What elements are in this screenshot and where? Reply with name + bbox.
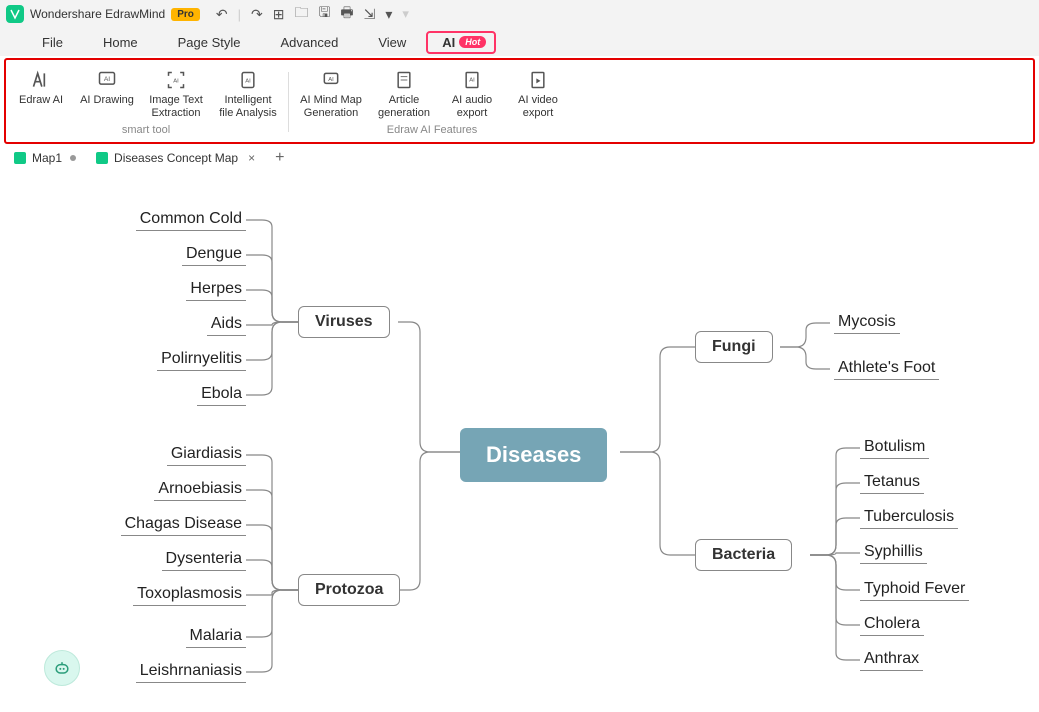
ribbon-caption-ai-features: Edraw AI Features	[387, 124, 478, 138]
mindmap-icon: AI	[319, 68, 343, 92]
leaf-syphillis[interactable]: Syphillis	[860, 541, 927, 564]
export-icon[interactable]: ⇲	[364, 6, 376, 23]
doc-icon	[96, 152, 108, 164]
ai-icon	[29, 68, 53, 92]
ai-drawing-button[interactable]: AIAI Drawing	[78, 66, 136, 122]
print-icon[interactable]: 🖶	[340, 2, 353, 26]
node-fungi[interactable]: Fungi	[695, 331, 773, 363]
node-viruses[interactable]: Viruses	[298, 306, 390, 338]
edraw-ai-button[interactable]: Edraw AI	[12, 66, 70, 122]
svg-text:AI: AI	[469, 78, 475, 84]
tab-label: Map1	[32, 151, 62, 165]
titlebar: Wondershare EdrawMind Pro ↶ | ↷ ⊞ 🗀 🖫 🖶 …	[0, 0, 1039, 28]
intelligent-file-analysis-button[interactable]: AIIntelligent file Analysis	[216, 66, 280, 122]
ai-ribbon: Edraw AI AIAI Drawing AIImage Text Extra…	[4, 58, 1035, 144]
drawing-icon: AI	[95, 68, 119, 92]
leaf-toxoplasmosis[interactable]: Toxoplasmosis	[133, 583, 246, 606]
app-title: Wondershare EdrawMind	[30, 7, 165, 21]
mindmap-canvas[interactable]: Diseases Viruses Protozoa Fungi Bacteria…	[0, 172, 1039, 704]
save-icon[interactable]: 🖫	[318, 2, 330, 26]
leaf-dengue[interactable]: Dengue	[182, 243, 246, 266]
new-tab-button[interactable]: +	[265, 149, 294, 167]
menu-view[interactable]: View	[358, 31, 426, 54]
file-analysis-icon: AI	[236, 68, 260, 92]
menu-page-style[interactable]: Page Style	[158, 31, 261, 54]
node-bacteria[interactable]: Bacteria	[695, 539, 792, 571]
leaf-tuberculosis[interactable]: Tuberculosis	[860, 506, 958, 529]
add-icon[interactable]: ⊞	[273, 6, 285, 23]
leaf-leishrnaniasis[interactable]: Leishrnaniasis	[136, 660, 246, 683]
node-protozoa[interactable]: Protozoa	[298, 574, 400, 606]
app-window: Wondershare EdrawMind Pro ↶ | ↷ ⊞ 🗀 🖫 🖶 …	[0, 0, 1039, 704]
leaf-malaria[interactable]: Malaria	[186, 625, 246, 648]
menubar: File Home Page Style Advanced View AI Ho…	[0, 28, 1039, 56]
leaf-mycosis[interactable]: Mycosis	[834, 311, 900, 334]
ribbon-group-smart-tool: Edraw AI AIAI Drawing AIImage Text Extra…	[12, 66, 280, 138]
ai-mindmap-generation-button[interactable]: AIAI Mind Map Generation	[297, 66, 365, 122]
leaf-athletes-foot[interactable]: Athlete's Foot	[834, 357, 939, 380]
article-icon	[392, 68, 416, 92]
svg-text:AI: AI	[104, 76, 110, 83]
image-text-extraction-button[interactable]: AIImage Text Extraction	[144, 66, 208, 122]
leaf-polirnyelitis[interactable]: Polirnyelitis	[157, 348, 246, 371]
leaf-tetanus[interactable]: Tetanus	[860, 471, 924, 494]
ai-video-export-button[interactable]: AI video export	[509, 66, 567, 122]
unsaved-dot-icon	[70, 155, 76, 161]
undo-icon[interactable]: ↶	[216, 6, 228, 23]
tab-map1[interactable]: Map1	[4, 144, 86, 172]
leaf-arnoebiasis[interactable]: Arnoebiasis	[154, 478, 246, 501]
svg-text:AI: AI	[245, 79, 251, 85]
leaf-botulism[interactable]: Botulism	[860, 436, 929, 459]
menu-file[interactable]: File	[22, 31, 83, 54]
tab-label: Diseases Concept Map	[114, 151, 238, 165]
leaf-dysenteria[interactable]: Dysentеria	[162, 548, 246, 571]
leaf-giardiasis[interactable]: Giardiasis	[167, 443, 246, 466]
dropdown-icon[interactable]: ▾	[385, 6, 392, 23]
menu-advanced[interactable]: Advanced	[261, 31, 359, 54]
menu-ai[interactable]: AI Hot	[426, 31, 496, 54]
pro-badge: Pro	[171, 8, 200, 21]
audio-export-icon: AI	[460, 68, 484, 92]
chat-fab-button[interactable]	[44, 650, 80, 686]
ribbon-separator	[288, 72, 289, 132]
tab-diseases-concept-map[interactable]: Diseases Concept Map ×	[86, 144, 265, 172]
ribbon-caption-smart-tool: smart tool	[122, 124, 170, 138]
video-export-icon	[526, 68, 550, 92]
close-icon[interactable]: ×	[248, 151, 255, 165]
doc-icon	[14, 152, 26, 164]
hot-badge: Hot	[459, 36, 486, 48]
menu-ai-label: AI	[442, 35, 455, 50]
svg-text:AI: AI	[173, 79, 179, 85]
open-folder-icon[interactable]: 🗀	[294, 2, 308, 26]
robot-icon	[52, 658, 72, 678]
leaf-anthrax[interactable]: Anthrax	[860, 648, 923, 671]
leaf-chagas-disease[interactable]: Chagas Disease	[121, 513, 246, 536]
menu-home[interactable]: Home	[83, 31, 158, 54]
quick-access-toolbar: ↶ | ↷ ⊞ 🗀 🖫 🖶 ⇲ ▾ ▾	[216, 2, 409, 26]
root-node-diseases[interactable]: Diseases	[460, 428, 607, 482]
leaf-herpes[interactable]: Herpes	[186, 278, 246, 301]
ocr-icon: AI	[164, 68, 188, 92]
leaf-aids[interactable]: Aids	[207, 313, 246, 336]
leaf-typhoid-fever[interactable]: Typhoid Fever	[860, 578, 969, 601]
redo-icon[interactable]: ↷	[251, 6, 263, 23]
ribbon-group-ai-features: AIAI Mind Map Generation Article generat…	[297, 66, 567, 138]
ai-audio-export-button[interactable]: AIAI audio export	[443, 66, 501, 122]
svg-text:AI: AI	[328, 77, 334, 83]
app-logo-icon	[6, 5, 24, 23]
leaf-common-cold[interactable]: Common Cold	[136, 208, 246, 231]
leaf-cholera[interactable]: Cholera	[860, 613, 924, 636]
article-generation-button[interactable]: Article generation	[373, 66, 435, 122]
document-tabs: Map1 Diseases Concept Map × +	[0, 144, 1039, 172]
leaf-ebola[interactable]: Ebola	[197, 383, 246, 406]
